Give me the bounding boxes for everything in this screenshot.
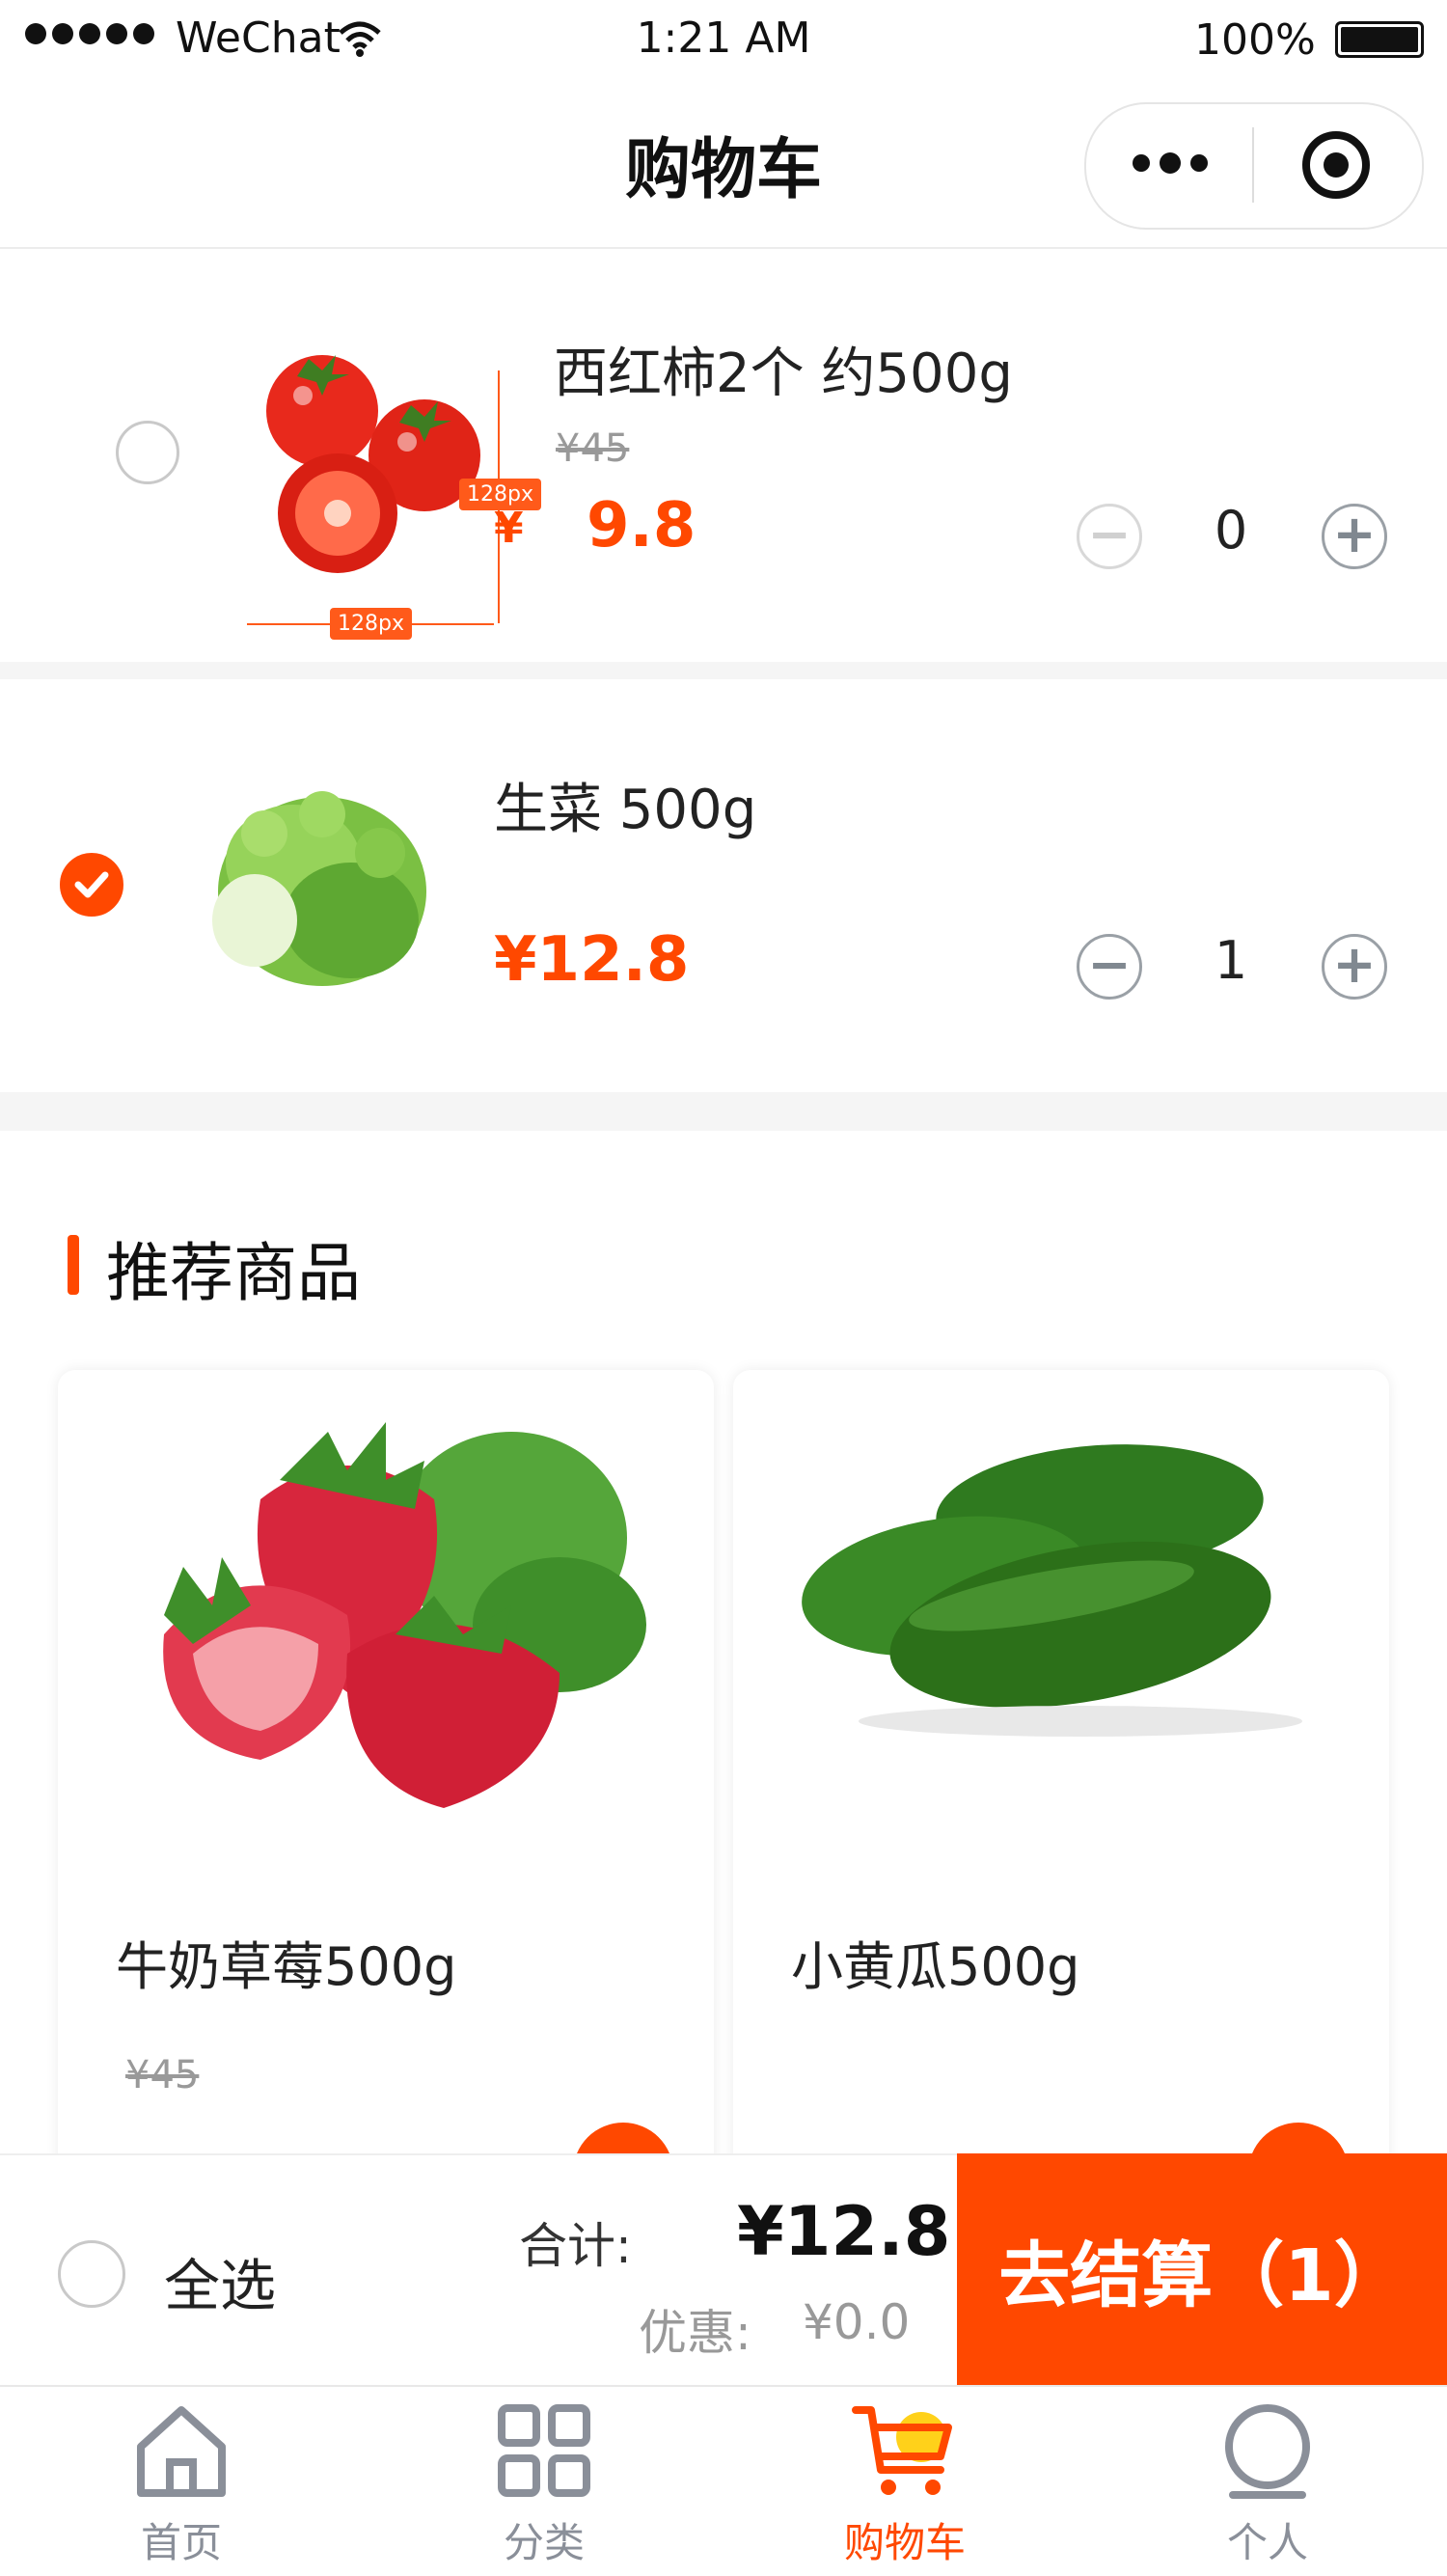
section-accent-bar bbox=[68, 1235, 79, 1295]
tab-label: 分类 bbox=[503, 2519, 585, 2566]
recommend-title: 推荐商品 bbox=[106, 1236, 361, 1310]
tab-label: 购物车 bbox=[843, 2519, 966, 2566]
item-title: 生菜 500g bbox=[494, 779, 757, 841]
select-all-checkbox[interactable] bbox=[58, 2240, 125, 2308]
close-target-icon[interactable] bbox=[1302, 131, 1370, 199]
increase-button[interactable]: + bbox=[1322, 504, 1387, 569]
cart-item-lettuce: 生菜 500g ¥12.8 − 1 + bbox=[0, 679, 1447, 1092]
total-amount: ¥12.8 bbox=[737, 2192, 951, 2271]
category-icon bbox=[498, 2404, 590, 2497]
tab-cart[interactable]: 购物车 bbox=[760, 2402, 1050, 2569]
item-original-price: ¥45 bbox=[556, 426, 630, 471]
capsule-divider bbox=[1252, 127, 1254, 203]
home-icon bbox=[137, 2406, 226, 2497]
status-bar: WeChat 1:21 AM 100% bbox=[0, 0, 1447, 83]
more-icon[interactable] bbox=[1133, 152, 1208, 174]
tab-profile[interactable]: 个人 bbox=[1123, 2402, 1412, 2569]
strawberry-image bbox=[163, 1422, 646, 1808]
check-icon bbox=[74, 871, 109, 898]
battery-label: 100% bbox=[1194, 15, 1316, 65]
product-name: 牛奶草莓500g bbox=[116, 1936, 457, 1997]
item-checkbox[interactable] bbox=[60, 853, 123, 917]
checkout-button[interactable]: 去结算（1） bbox=[957, 2153, 1447, 2385]
increase-button[interactable]: + bbox=[1322, 934, 1387, 1000]
profile-icon bbox=[1225, 2404, 1310, 2499]
select-all-label[interactable]: 全选 bbox=[164, 2240, 276, 2321]
cart-icon bbox=[852, 2406, 952, 2495]
decrease-button[interactable]: − bbox=[1077, 504, 1142, 569]
cucumber-image bbox=[802, 1444, 1302, 1737]
battery-icon bbox=[1335, 21, 1424, 58]
product-name: 小黄瓜500g bbox=[791, 1936, 1080, 1997]
section-separator bbox=[0, 1092, 1447, 1131]
product-original-price: ¥45 bbox=[125, 2053, 200, 2097]
item-checkbox[interactable] bbox=[116, 421, 179, 484]
item-separator bbox=[0, 662, 1447, 679]
dimension-width-label: 128px bbox=[330, 608, 412, 640]
mini-program-capsule bbox=[1084, 102, 1424, 230]
quantity-value: 0 bbox=[1214, 500, 1248, 561]
tomato-image bbox=[266, 355, 480, 573]
cart-item-tomato: 128px 128px 西红柿2个 约500g ¥45 ¥ 9.8 − 0 + bbox=[0, 249, 1447, 662]
quantity-value: 1 bbox=[1214, 930, 1248, 991]
item-price: ¥12.8 bbox=[494, 924, 690, 996]
tab-label: 首页 bbox=[140, 2519, 222, 2566]
total-label: 合计: bbox=[519, 2218, 632, 2274]
item-title: 西红柿2个 约500g bbox=[554, 343, 1013, 405]
discount-amount: ¥0.0 bbox=[803, 2294, 911, 2350]
decrease-button[interactable]: − bbox=[1077, 934, 1142, 1000]
tab-label: 个人 bbox=[1226, 2519, 1308, 2566]
item-price: 9.8 bbox=[587, 490, 696, 562]
tab-category[interactable]: 分类 bbox=[399, 2402, 689, 2569]
lettuce-image bbox=[212, 791, 426, 986]
discount-label: 优惠: bbox=[639, 2305, 751, 2361]
tab-home[interactable]: 首页 bbox=[37, 2402, 326, 2569]
price-currency: ¥ bbox=[494, 504, 524, 553]
